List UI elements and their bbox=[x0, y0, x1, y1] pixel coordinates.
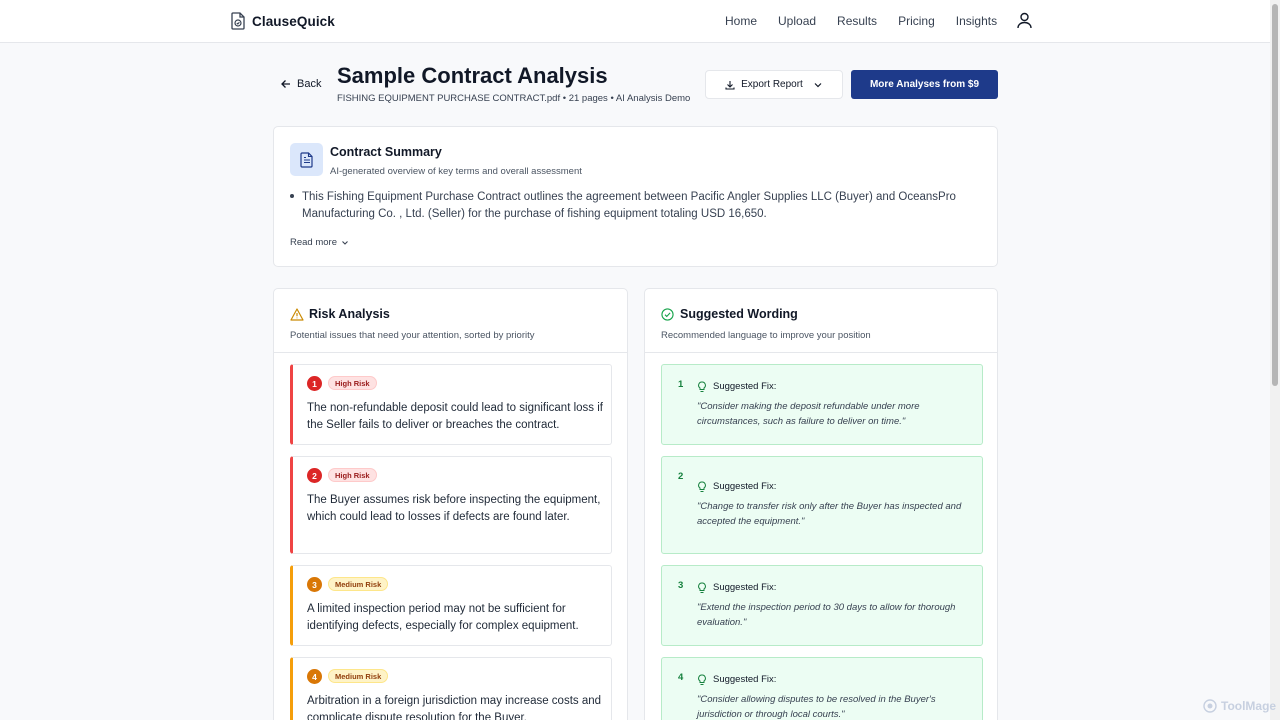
watermark: ToolMage bbox=[1203, 699, 1276, 713]
suggestion-text: "Extend the inspection period to 30 days… bbox=[697, 602, 956, 628]
suggestion-item[interactable]: 2 Suggested Fix: "Change to transfer ris… bbox=[661, 456, 983, 554]
back-label: Back bbox=[297, 78, 322, 90]
export-label: Export Report bbox=[741, 79, 803, 90]
lightbulb-icon bbox=[698, 582, 706, 593]
document-meta: FISHING EQUIPMENT PURCHASE CONTRACT.pdf … bbox=[337, 93, 691, 104]
risk-badge: Medium Risk bbox=[328, 669, 389, 683]
risk-panel-subtitle: Potential issues that need your attentio… bbox=[290, 330, 535, 341]
suggestion-number: 2 bbox=[678, 471, 684, 482]
watermark-text: ToolMage bbox=[1221, 699, 1277, 713]
chevron-down-icon bbox=[342, 240, 348, 245]
suggestion-item[interactable]: 3 Suggested Fix: "Extend the inspection … bbox=[661, 565, 983, 646]
nav-pricing[interactable]: Pricing bbox=[898, 14, 935, 28]
document-icon bbox=[299, 151, 313, 168]
arrow-left-icon bbox=[281, 80, 290, 88]
suggestion-number: 4 bbox=[678, 672, 684, 683]
risk-number: 1 bbox=[307, 376, 322, 391]
read-more-link[interactable]: Read more bbox=[290, 237, 349, 248]
suggestion-label: Suggested Fix: bbox=[713, 582, 777, 593]
back-link[interactable]: Back bbox=[281, 78, 321, 90]
suggested-panel-header: Suggested Wording Recommended language t… bbox=[645, 289, 997, 353]
suggested-panel-subtitle: Recommended language to improve your pos… bbox=[661, 330, 871, 341]
risk-badge: Medium Risk bbox=[328, 577, 389, 591]
suggestion-label: Suggested Fix: bbox=[713, 481, 777, 492]
risk-number: 4 bbox=[307, 669, 322, 684]
brand-name: ClauseQuick bbox=[252, 13, 335, 29]
summary-icon-box bbox=[290, 143, 323, 176]
risk-number: 3 bbox=[307, 577, 322, 592]
summary-text: This Fishing Equipment Purchase Contract… bbox=[302, 191, 956, 220]
risk-text: Arbitration in a foreign jurisdiction ma… bbox=[307, 695, 602, 720]
risk-badge: High Risk bbox=[328, 468, 377, 482]
suggestion-number: 3 bbox=[678, 580, 684, 591]
watermark-logo-icon bbox=[1203, 699, 1217, 713]
risk-analysis-panel: Risk Analysis Potential issues that need… bbox=[273, 288, 628, 720]
risk-text: The Buyer assumes risk before inspecting… bbox=[307, 494, 601, 523]
lightbulb-icon bbox=[698, 381, 706, 392]
user-account-icon[interactable] bbox=[1016, 12, 1033, 29]
more-analyses-button[interactable]: More Analyses from $9 bbox=[851, 70, 998, 99]
warning-triangle-icon bbox=[290, 308, 304, 321]
scrollbar-thumb[interactable] bbox=[1272, 4, 1278, 386]
suggestion-label: Suggested Fix: bbox=[713, 381, 777, 392]
suggestion-text: "Consider making the deposit refundable … bbox=[697, 401, 920, 427]
lightbulb-icon bbox=[698, 674, 706, 685]
summary-title: Contract Summary bbox=[330, 145, 442, 159]
summary-subtitle: AI-generated overview of key terms and o… bbox=[330, 166, 582, 177]
risk-item[interactable]: 4 Medium Risk Arbitration in a foreign j… bbox=[290, 657, 612, 720]
brand-logo[interactable]: ClauseQuick bbox=[230, 12, 335, 30]
page-title: Sample Contract Analysis bbox=[337, 63, 608, 88]
nav-home[interactable]: Home bbox=[725, 14, 757, 28]
document-check-icon bbox=[231, 12, 245, 30]
nav-results[interactable]: Results bbox=[837, 14, 877, 28]
main-nav: Home Upload Results Pricing Insights bbox=[725, 14, 1018, 28]
top-navbar: ClauseQuick Home Upload Results Pricing … bbox=[0, 0, 1270, 43]
bullet-icon bbox=[290, 194, 296, 200]
risk-text: A limited inspection period may not be s… bbox=[307, 603, 579, 632]
download-icon bbox=[725, 80, 735, 90]
risk-number: 2 bbox=[307, 468, 322, 483]
contract-summary-card: Contract Summary AI-generated overview o… bbox=[273, 126, 998, 267]
nav-upload[interactable]: Upload bbox=[778, 14, 816, 28]
suggestion-label: Suggested Fix: bbox=[713, 674, 777, 685]
lightbulb-icon bbox=[698, 481, 706, 492]
suggestion-item[interactable]: 4 Suggested Fix: "Consider allowing disp… bbox=[661, 657, 983, 720]
suggestion-number: 1 bbox=[678, 379, 684, 390]
suggestion-text: "Change to transfer risk only after the … bbox=[697, 501, 962, 527]
read-more-label: Read more bbox=[290, 237, 337, 248]
check-circle-icon bbox=[661, 308, 674, 321]
risk-item[interactable]: 2 High Risk The Buyer assumes risk befor… bbox=[290, 456, 612, 554]
risk-item[interactable]: 3 Medium Risk A limited inspection perio… bbox=[290, 565, 612, 646]
risk-item[interactable]: 1 High Risk The non-refundable deposit c… bbox=[290, 364, 612, 445]
risk-panel-header: Risk Analysis Potential issues that need… bbox=[274, 289, 627, 353]
suggestion-text: "Consider allowing disputes to be resolv… bbox=[697, 694, 936, 720]
suggested-wording-panel: Suggested Wording Recommended language t… bbox=[644, 288, 998, 720]
risk-text: The non-refundable deposit could lead to… bbox=[307, 402, 603, 431]
suggested-panel-title: Suggested Wording bbox=[680, 307, 798, 321]
risk-badge: High Risk bbox=[328, 376, 377, 390]
risk-panel-title: Risk Analysis bbox=[309, 307, 390, 321]
chevron-down-icon bbox=[814, 82, 822, 87]
export-report-button[interactable]: Export Report bbox=[705, 70, 843, 99]
suggestion-item[interactable]: 1 Suggested Fix: "Consider making the de… bbox=[661, 364, 983, 445]
nav-insights[interactable]: Insights bbox=[956, 14, 997, 28]
